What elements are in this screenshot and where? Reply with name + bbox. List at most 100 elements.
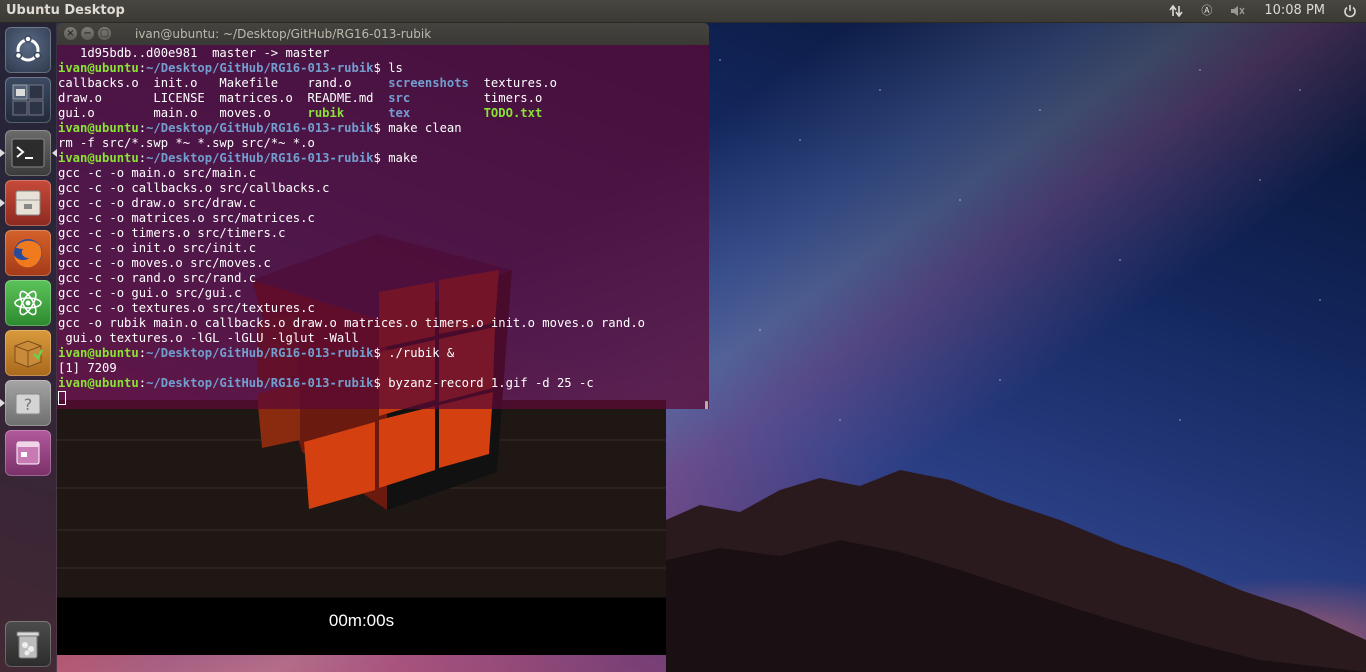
volume-icon[interactable]	[1221, 4, 1255, 18]
minimize-button[interactable]: −	[81, 27, 94, 40]
terminal-text-plain: $ ls	[373, 61, 403, 75]
terminal-text-plain	[344, 106, 388, 120]
workspace-switcher-icon	[12, 84, 44, 116]
terminal-line: gcc -c -o timers.o src/timers.c	[58, 226, 645, 241]
terminal-text-plain: rm -f src/*.swp *~ *.swp src/*~ *.o	[58, 136, 315, 150]
terminal-text-plain: draw.o LICENSE matrices.o README.md	[58, 91, 389, 105]
terminal-text-user: ivan@ubuntu	[58, 376, 139, 390]
launcher-atom[interactable]	[5, 280, 51, 326]
terminal-text-plain: gui.o main.o moves.o	[58, 106, 308, 120]
terminal-text-dir: screenshots	[388, 76, 469, 90]
firefox-icon	[14, 239, 42, 268]
terminal-text-plain: gcc -c -o init.o src/init.c	[58, 241, 257, 255]
power-icon[interactable]	[1334, 4, 1366, 18]
terminal-text-plain	[410, 106, 483, 120]
terminal-line	[58, 391, 645, 406]
terminal-line: callbacks.o init.o Makefile rand.o scree…	[58, 76, 645, 91]
terminal-line: ivan@ubuntu:~/Desktop/GitHub/RG16-013-ru…	[58, 121, 645, 136]
terminal-text-plain: gcc -c -o moves.o src/moves.c	[58, 256, 271, 270]
file-cabinet-icon	[15, 190, 41, 216]
indicator-area: Ⓐ 10:08 PM	[1160, 0, 1366, 22]
network-icon[interactable]	[1160, 4, 1192, 18]
terminal-text-plain: gui.o textures.o -lGL -lGLU -lglut -Wall	[58, 331, 359, 345]
terminal-text-plain: callbacks.o init.o Makefile rand.o	[58, 76, 389, 90]
terminal-line: gcc -c -o textures.o src/textures.c	[58, 301, 645, 316]
terminal-text-plain: $ ./rubik &	[373, 346, 455, 360]
terminal-text-plain: gcc -c -o main.o src/main.c	[58, 166, 257, 180]
terminal-line: gui.o textures.o -lGL -lGLU -lglut -Wall	[58, 331, 645, 346]
terminal-line: gcc -o rubik main.o callbacks.o draw.o m…	[58, 316, 645, 331]
launcher-trash[interactable]	[5, 621, 51, 667]
terminal-line: ivan@ubuntu:~/Desktop/GitHub/RG16-013-ru…	[58, 376, 645, 391]
top-panel: Ubuntu Desktop Ⓐ 10:08 PM	[0, 0, 1366, 23]
terminal-text-plain: timers.o	[410, 91, 543, 105]
terminal-scrollbar[interactable]	[705, 401, 708, 409]
terminal-titlebar[interactable]: × − ▢ ivan@ubuntu: ~/Desktop/GitHub/RG16…	[57, 23, 709, 45]
terminal-text-plain: gcc -c -o textures.o src/textures.c	[58, 301, 315, 315]
question-mark-icon: ?	[15, 393, 41, 415]
terminal-text-user: ivan@ubuntu	[58, 61, 139, 75]
terminal-icon	[11, 138, 45, 168]
clock[interactable]: 10:08 PM	[1255, 0, 1334, 22]
terminal-text-plain: :	[138, 376, 147, 390]
svg-text:?: ?	[24, 395, 33, 414]
terminal-line: ivan@ubuntu:~/Desktop/GitHub/RG16-013-ru…	[58, 61, 645, 76]
terminal-text-path: ~/Desktop/GitHub/RG16-013-rubik	[146, 61, 374, 75]
close-button[interactable]: ×	[64, 27, 77, 40]
terminal-text-path: ~/Desktop/GitHub/RG16-013-rubik	[146, 151, 374, 165]
terminal-line: gcc -c -o matrices.o src/matrices.c	[58, 211, 645, 226]
terminal-text-plain: :	[138, 151, 147, 165]
launcher-terminal[interactable]	[5, 130, 51, 176]
launcher-files[interactable]	[5, 180, 51, 226]
maximize-button[interactable]: ▢	[98, 27, 111, 40]
terminal-line: gcc -c -o callbacks.o src/callbacks.c	[58, 181, 645, 196]
trash-icon	[16, 631, 40, 659]
launcher-unknown-app[interactable]: ?	[5, 380, 51, 426]
terminal-line: ivan@ubuntu:~/Desktop/GitHub/RG16-013-ru…	[58, 151, 645, 166]
rubik-app-window[interactable]: 00m:00s	[57, 400, 666, 655]
terminal-cursor	[58, 391, 66, 405]
terminal-line: gcc -c -o draw.o src/draw.c	[58, 196, 645, 211]
ubuntu-logo-icon	[14, 35, 42, 62]
terminal-text-plain: 1d95bdb..d00e981 master -> master	[58, 46, 330, 60]
terminal-text-plain: $ byzanz-record 1.gif -d 25 -c	[373, 376, 594, 390]
terminal-text-plain: [1] 7209	[58, 361, 117, 375]
launcher-workspace-switcher[interactable]	[5, 77, 51, 123]
terminal-line: draw.o LICENSE matrices.o README.md src …	[58, 91, 645, 106]
launcher-rubik-app[interactable]	[5, 430, 51, 476]
terminal-output[interactable]: 1d95bdb..d00e981 master -> master ivan@ub…	[57, 45, 709, 409]
terminal-text-plain: gcc -c -o gui.o src/gui.c	[58, 286, 242, 300]
package-icon	[14, 340, 44, 368]
terminal-line: ivan@ubuntu:~/Desktop/GitHub/RG16-013-ru…	[58, 346, 645, 361]
terminal-text-plain: textures.o	[468, 76, 557, 90]
terminal-text-plain: gcc -c -o draw.o src/draw.c	[58, 196, 257, 210]
terminal-text-exec: TODO.txt	[483, 106, 543, 120]
terminal-line: rm -f src/*.swp *~ *.swp src/*~ *.o	[58, 136, 645, 151]
launcher-firefox[interactable]	[5, 230, 51, 276]
launcher-dash-home[interactable]	[5, 27, 51, 73]
terminal-text-plain: :	[138, 121, 147, 135]
terminal-line: gcc -c -o moves.o src/moves.c	[58, 256, 645, 271]
terminal-text-dir: src	[388, 91, 411, 105]
terminal-line: gcc -c -o main.o src/main.c	[58, 166, 645, 181]
keyboard-icon[interactable]: Ⓐ	[1192, 0, 1221, 22]
terminal-line: gcc -c -o init.o src/init.c	[58, 241, 645, 256]
terminal-text-exec: rubik	[307, 106, 345, 120]
terminal-line: gcc -c -o gui.o src/gui.c	[58, 286, 645, 301]
terminal-text-plain: :	[138, 346, 147, 360]
terminal-window[interactable]: × − ▢ ivan@ubuntu: ~/Desktop/GitHub/RG16…	[57, 23, 709, 409]
terminal-line: 1d95bdb..d00e981 master -> master	[58, 46, 645, 61]
terminal-text-plain: $ make	[373, 151, 418, 165]
terminal-text-plain: gcc -c -o timers.o src/timers.c	[58, 226, 286, 240]
terminal-line: [1] 7209	[58, 361, 645, 376]
terminal-text-plain: :	[138, 61, 147, 75]
terminal-text-user: ivan@ubuntu	[58, 121, 139, 135]
terminal-line: gcc -c -o rand.o src/rand.c	[58, 271, 645, 286]
terminal-text-path: ~/Desktop/GitHub/RG16-013-rubik	[146, 376, 374, 390]
terminal-title: ivan@ubuntu: ~/Desktop/GitHub/RG16-013-r…	[135, 27, 432, 41]
launcher-software-center[interactable]	[5, 330, 51, 376]
atom-icon	[14, 290, 42, 316]
terminal-text-plain: gcc -c -o rand.o src/rand.c	[58, 271, 257, 285]
terminal-lines: 1d95bdb..d00e981 master -> master ivan@ub…	[58, 46, 645, 406]
terminal-text-plain: gcc -c -o matrices.o src/matrices.c	[58, 211, 315, 225]
